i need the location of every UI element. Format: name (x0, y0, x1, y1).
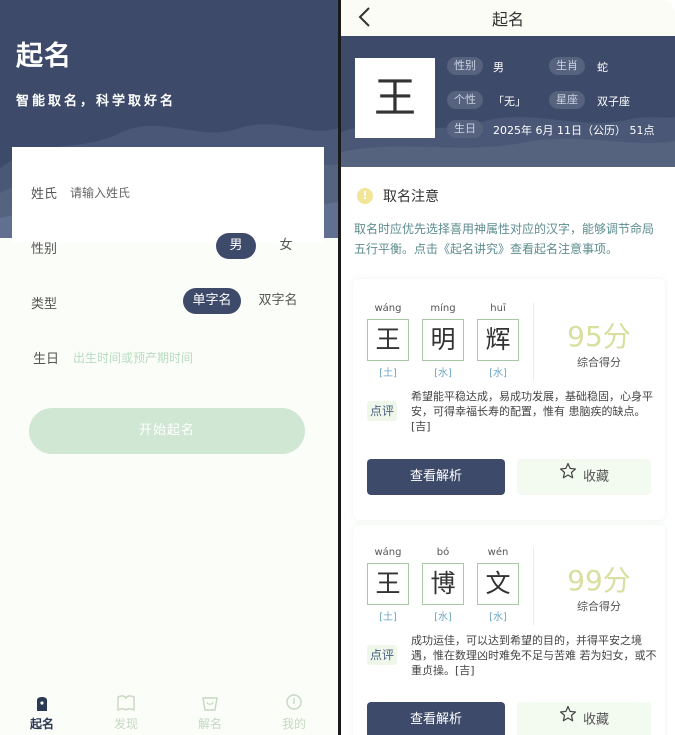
gender-female-option[interactable]: 女 (266, 233, 306, 259)
tab-mine[interactable]: 我的 (252, 692, 336, 732)
tab-discover[interactable]: 发现 (84, 692, 168, 732)
gender-value: 男 (493, 61, 504, 74)
element-3: [水] (489, 368, 507, 379)
name-char-1: 王 (367, 319, 409, 361)
favorite-button[interactable]: 收藏 (517, 702, 651, 735)
name-card: wáng bó wén 王 博 文 [土] [水] [水] 99分 综合得分 点… (353, 525, 665, 735)
gender-label: 性别 (31, 242, 58, 257)
personality-value: 「无」 (493, 95, 526, 108)
favorite-button[interactable]: 收藏 (517, 459, 651, 495)
pinyin-1: wáng (374, 303, 402, 314)
star-icon (559, 459, 577, 495)
pinyin-1: wáng (374, 547, 402, 558)
favorite-label: 收藏 (582, 712, 609, 728)
bottom-tab-bar: 起名 发现 解名 我的 (0, 692, 338, 735)
card-divider (533, 547, 534, 625)
nav-title: 起名 (491, 10, 524, 29)
surname-display: 王 (355, 58, 435, 138)
tab-analyze-label: 解名 (197, 717, 222, 731)
pinyin-2: bó (436, 547, 450, 558)
notice-title: 取名注意 (383, 189, 439, 205)
alert-icon: ! (357, 188, 373, 204)
pinyin-3: wén (487, 547, 509, 558)
bag-icon (199, 694, 221, 712)
birth-tag: 生日 (447, 120, 483, 138)
element-2: [水] (434, 612, 452, 623)
name-char-3: 辉 (477, 319, 519, 361)
score-label: 综合得分 (577, 600, 621, 613)
tab-discover-label: 发现 (113, 717, 138, 731)
page-subtitle: 智能取名，科学取好名 (16, 94, 177, 109)
comment-text: 希望能平稳达成，易成功发展，基础稳固，心身平安，可得幸福长寿的配置，惟有 患脑疾… (411, 390, 653, 433)
zodiac-value: 蛇 (597, 61, 608, 74)
element-1: [土] (379, 612, 397, 623)
pen-tip-icon (31, 694, 53, 712)
star-icon (559, 702, 577, 735)
score-value: 95分 (567, 320, 631, 353)
surname-label: 姓氏 (31, 187, 58, 202)
birth-value: 2025年 6月 11日（公历） 51点 (493, 124, 655, 137)
name-char-1: 王 (367, 563, 409, 605)
name-char-2: 明 (422, 319, 464, 361)
tab-naming-label: 起名 (29, 717, 54, 731)
view-analysis-button[interactable]: 查看解析 (367, 459, 505, 495)
comment-text: 成功运佳，可以达到希望的目的，并得平安之境遇，惟在数理凶时难免不足与苦难 若为妇… (411, 634, 657, 677)
birthday-label: 生日 (33, 352, 60, 367)
tab-naming[interactable]: 起名 (0, 692, 84, 732)
favorite-label: 收藏 (582, 469, 609, 485)
comment-tag: 点评 (367, 401, 397, 421)
element-3: [水] (489, 612, 507, 623)
type-double-option[interactable]: 双字名 (249, 288, 307, 314)
constellation-value: 双子座 (597, 95, 630, 108)
user-icon (283, 694, 305, 712)
info-banner: 王 性别 男 生肖 蛇 个性 「无」 星座 双子座 生日 2025年 6月 11… (341, 36, 675, 167)
personality-tag: 个性 (447, 91, 483, 109)
tab-mine-label: 我的 (281, 717, 306, 731)
nav-bar: 起名 (341, 0, 675, 36)
type-label: 类型 (31, 297, 58, 312)
constellation-tag: 星座 (549, 91, 585, 109)
surname-input[interactable]: 请输入姓氏 (70, 184, 300, 201)
gender-tag: 性别 (447, 57, 483, 75)
comment-tag: 点评 (367, 645, 397, 665)
tab-analyze[interactable]: 解名 (168, 692, 252, 732)
gender-male-option[interactable]: 男 (216, 233, 256, 259)
card-divider (533, 303, 534, 381)
view-analysis-button[interactable]: 查看解析 (367, 702, 505, 735)
page-title: 起名 (16, 41, 72, 72)
score-label: 综合得分 (577, 356, 621, 369)
name-card: wáng míng huī 王 明 辉 [土] [水] [水] 95分 综合得分… (353, 279, 665, 520)
book-icon (115, 694, 137, 712)
name-char-2: 博 (422, 563, 464, 605)
score-value: 99分 (567, 564, 631, 597)
left-screen: 起名 智能取名，科学取好名 姓氏 请输入姓氏 性别 男 女 类型 单字名 双字名… (0, 0, 338, 735)
element-1: [土] (379, 368, 397, 379)
zodiac-tag: 生肖 (549, 57, 585, 75)
pinyin-2: míng (430, 303, 456, 314)
element-2: [水] (434, 368, 452, 379)
name-char-3: 文 (477, 563, 519, 605)
type-single-option[interactable]: 单字名 (183, 288, 241, 314)
pinyin-3: huī (490, 303, 506, 314)
right-screen: 起名 王 性别 男 生肖 蛇 个性 「无」 星座 双子座 生日 2025年 6月… (341, 0, 675, 735)
notice-text: 取名时应优先选择喜用神属性对应的汉字，能够调节命局五行平衡。点击《起名讲究》查看… (354, 222, 655, 256)
start-naming-button[interactable]: 开始起名 (29, 408, 305, 454)
birthday-input[interactable]: 出生时间或预产期时间 (73, 349, 303, 366)
